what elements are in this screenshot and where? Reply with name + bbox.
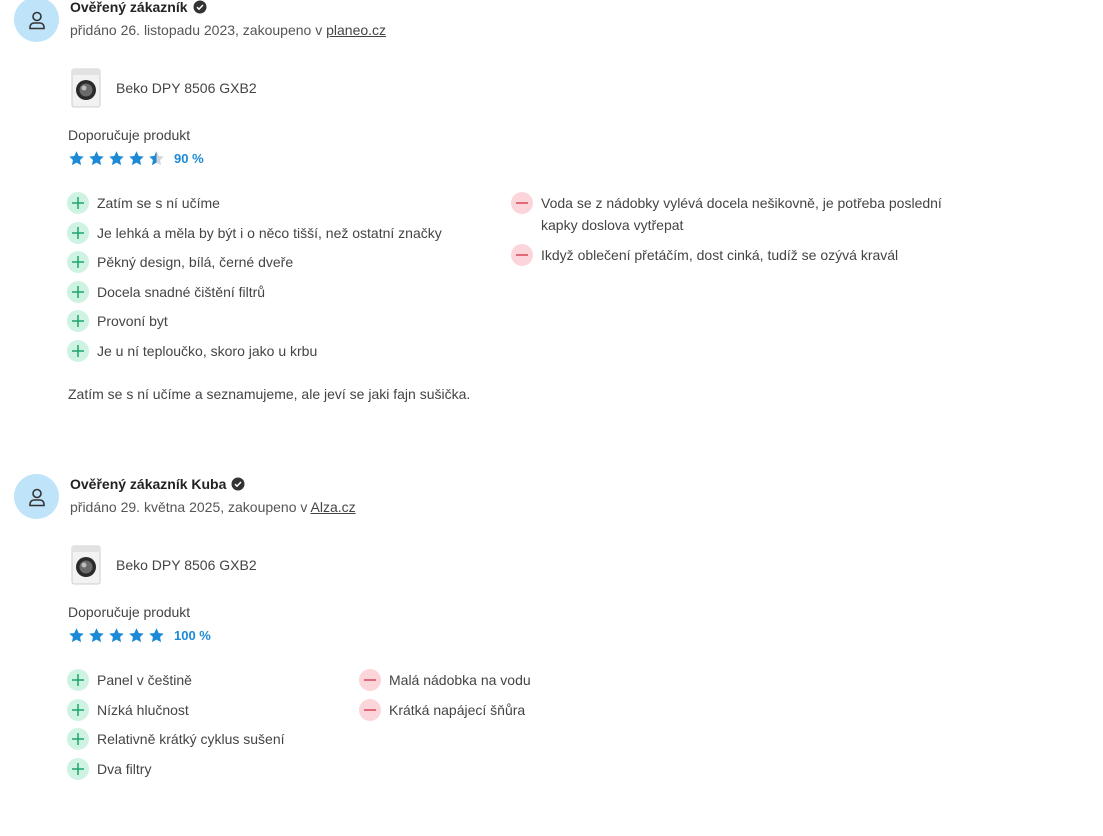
star-icon [109,628,124,643]
con-item: Malá nádobka na vodu [359,669,531,691]
product-link[interactable]: Beko DPY 8506 GXB2 [70,545,257,585]
product-thumbnail [71,68,101,108]
user-icon [28,488,45,506]
minus-icon [359,669,381,691]
con-item: Krátká napájecí šňůra [359,698,531,721]
product-thumbnail [71,545,101,585]
review-meta: přidáno 26. listopadu 2023, zakoupeno v … [70,22,386,38]
plus-icon [67,310,89,332]
author-name: Ověřený zákazník Kuba [70,476,227,492]
rating: 100 % [68,627,211,644]
pros-list: Panel v češtině Nízká hlučnost Relativně… [67,669,285,787]
cons-list: Malá nádobka na vodu Krátká napájecí šňů… [359,669,531,728]
plus-icon [67,221,89,244]
star-icon [69,151,84,166]
product-name: Beko DPY 8506 GXB2 [116,557,257,573]
pro-item: Docela snadné čištění filtrů [67,280,442,303]
recommend-label: Doporučuje produkt [68,127,191,143]
product-link[interactable]: Beko DPY 8506 GXB2 [70,68,257,108]
product-name: Beko DPY 8506 GXB2 [116,80,257,96]
pro-item: Dva filtry [67,757,285,780]
pro-item: Pěkný design, bílá, černé dveře [67,251,442,273]
star-icon [109,151,124,166]
verified-check-icon [193,0,207,14]
pro-item: Panel v češtině [67,669,285,691]
plus-icon [67,698,89,721]
meta-prefix: přidáno 29. května 2025, zakoupeno v [70,499,311,515]
pro-item: Provoní byt [67,310,442,332]
pros-list: Zatím se s ní učíme Je lehká a měla by b… [67,192,442,369]
review-text: Zatím se s ní učíme a seznamujeme, ale j… [68,386,471,402]
plus-icon [67,669,89,691]
pro-item: Je lehká a měla by být i o něco tišší, n… [67,221,442,244]
shop-link[interactable]: planeo.cz [326,22,386,38]
minus-icon [359,698,381,721]
con-item: Ikdyž oblečení přetáčím, dost cinká, tud… [511,243,951,266]
star-icon [129,151,144,166]
pro-item: Nízká hlučnost [67,698,285,721]
pro-item: Zatím se s ní učíme [67,192,442,214]
plus-icon [67,192,89,214]
review-author: Ověřený zákazník [70,0,207,15]
rating: 90 % [68,150,204,167]
star-icon [89,628,104,643]
pro-item: Je u ní teploučko, skoro jako u krbu [67,339,442,362]
plus-icon [67,728,89,750]
review-author: Ověřený zákazník Kuba [70,476,245,492]
minus-icon [511,243,533,266]
rating-stars [68,627,165,644]
recommend-label: Doporučuje produkt [68,604,191,620]
verified-check-icon [231,477,245,491]
user-icon [28,11,45,29]
pro-item: Relativně krátký cyklus sušení [67,728,285,750]
plus-icon [67,280,89,303]
star-half-icon [149,151,164,166]
star-icon [69,628,84,643]
cons-list: Voda se z nádobky vylévá docela nešikovn… [511,192,951,273]
star-icon [149,628,164,643]
plus-icon [67,339,89,362]
rating-percent: 90 % [174,151,204,166]
author-name: Ověřený zákazník [70,0,188,15]
star-icon [89,151,104,166]
minus-icon [511,192,533,214]
meta-prefix: přidáno 26. listopadu 2023, zakoupeno v [70,22,327,38]
shop-link[interactable]: Alza.cz [311,499,356,515]
star-icon [129,628,144,643]
rating-percent: 100 % [174,628,211,643]
plus-icon [67,757,89,780]
rating-stars [68,150,165,167]
plus-icon [67,251,89,273]
avatar [14,474,59,519]
con-item: Voda se z nádobky vylévá docela nešikovn… [511,192,951,236]
review-meta: přidáno 29. května 2025, zakoupeno v Alz… [70,499,356,515]
avatar [14,0,59,42]
